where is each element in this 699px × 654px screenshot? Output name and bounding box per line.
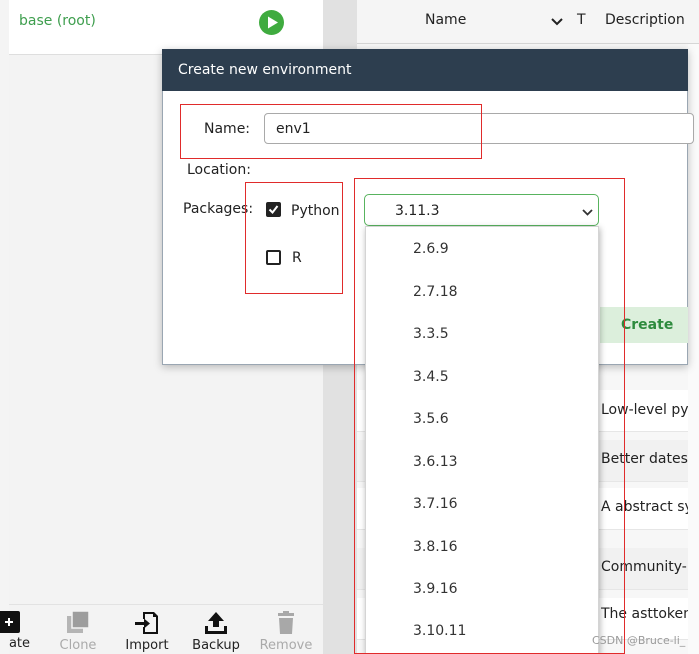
backup-label: Backup xyxy=(192,638,240,653)
remove-label: Remove xyxy=(259,638,313,653)
import-icon xyxy=(135,612,158,634)
annotation-box-packages xyxy=(245,182,343,294)
create-env-label: ate xyxy=(8,636,30,651)
column-header-description[interactable]: Description xyxy=(605,12,685,28)
create-env-button[interactable]: ate xyxy=(0,606,40,654)
annotation-box-version xyxy=(354,178,625,654)
import-button[interactable]: Import xyxy=(116,606,178,654)
play-icon[interactable] xyxy=(258,9,285,36)
dialog-title: Create new environment xyxy=(178,62,352,78)
backup-icon xyxy=(205,612,227,634)
clone-icon xyxy=(67,610,90,633)
location-label: Location: xyxy=(187,162,251,178)
backup-button[interactable]: Backup xyxy=(185,606,247,654)
remove-button: Remove xyxy=(255,606,317,654)
packages-label: Packages: xyxy=(183,201,254,217)
environment-name[interactable]: base (root) xyxy=(19,13,96,29)
column-header-name[interactable]: Name xyxy=(425,12,466,28)
clone-button: Clone xyxy=(47,606,109,654)
clone-label: Clone xyxy=(59,638,97,653)
column-header-type[interactable]: T xyxy=(577,12,586,28)
sort-chevron-icon[interactable] xyxy=(551,15,563,31)
import-label: Import xyxy=(125,638,169,653)
left-edge xyxy=(0,0,9,654)
watermark: CSDN @Bruce-li_ xyxy=(592,634,686,647)
plus-icon xyxy=(0,611,20,633)
trash-icon xyxy=(278,611,294,634)
annotation-box-name xyxy=(180,104,482,159)
create-button-label: Create xyxy=(621,317,674,333)
